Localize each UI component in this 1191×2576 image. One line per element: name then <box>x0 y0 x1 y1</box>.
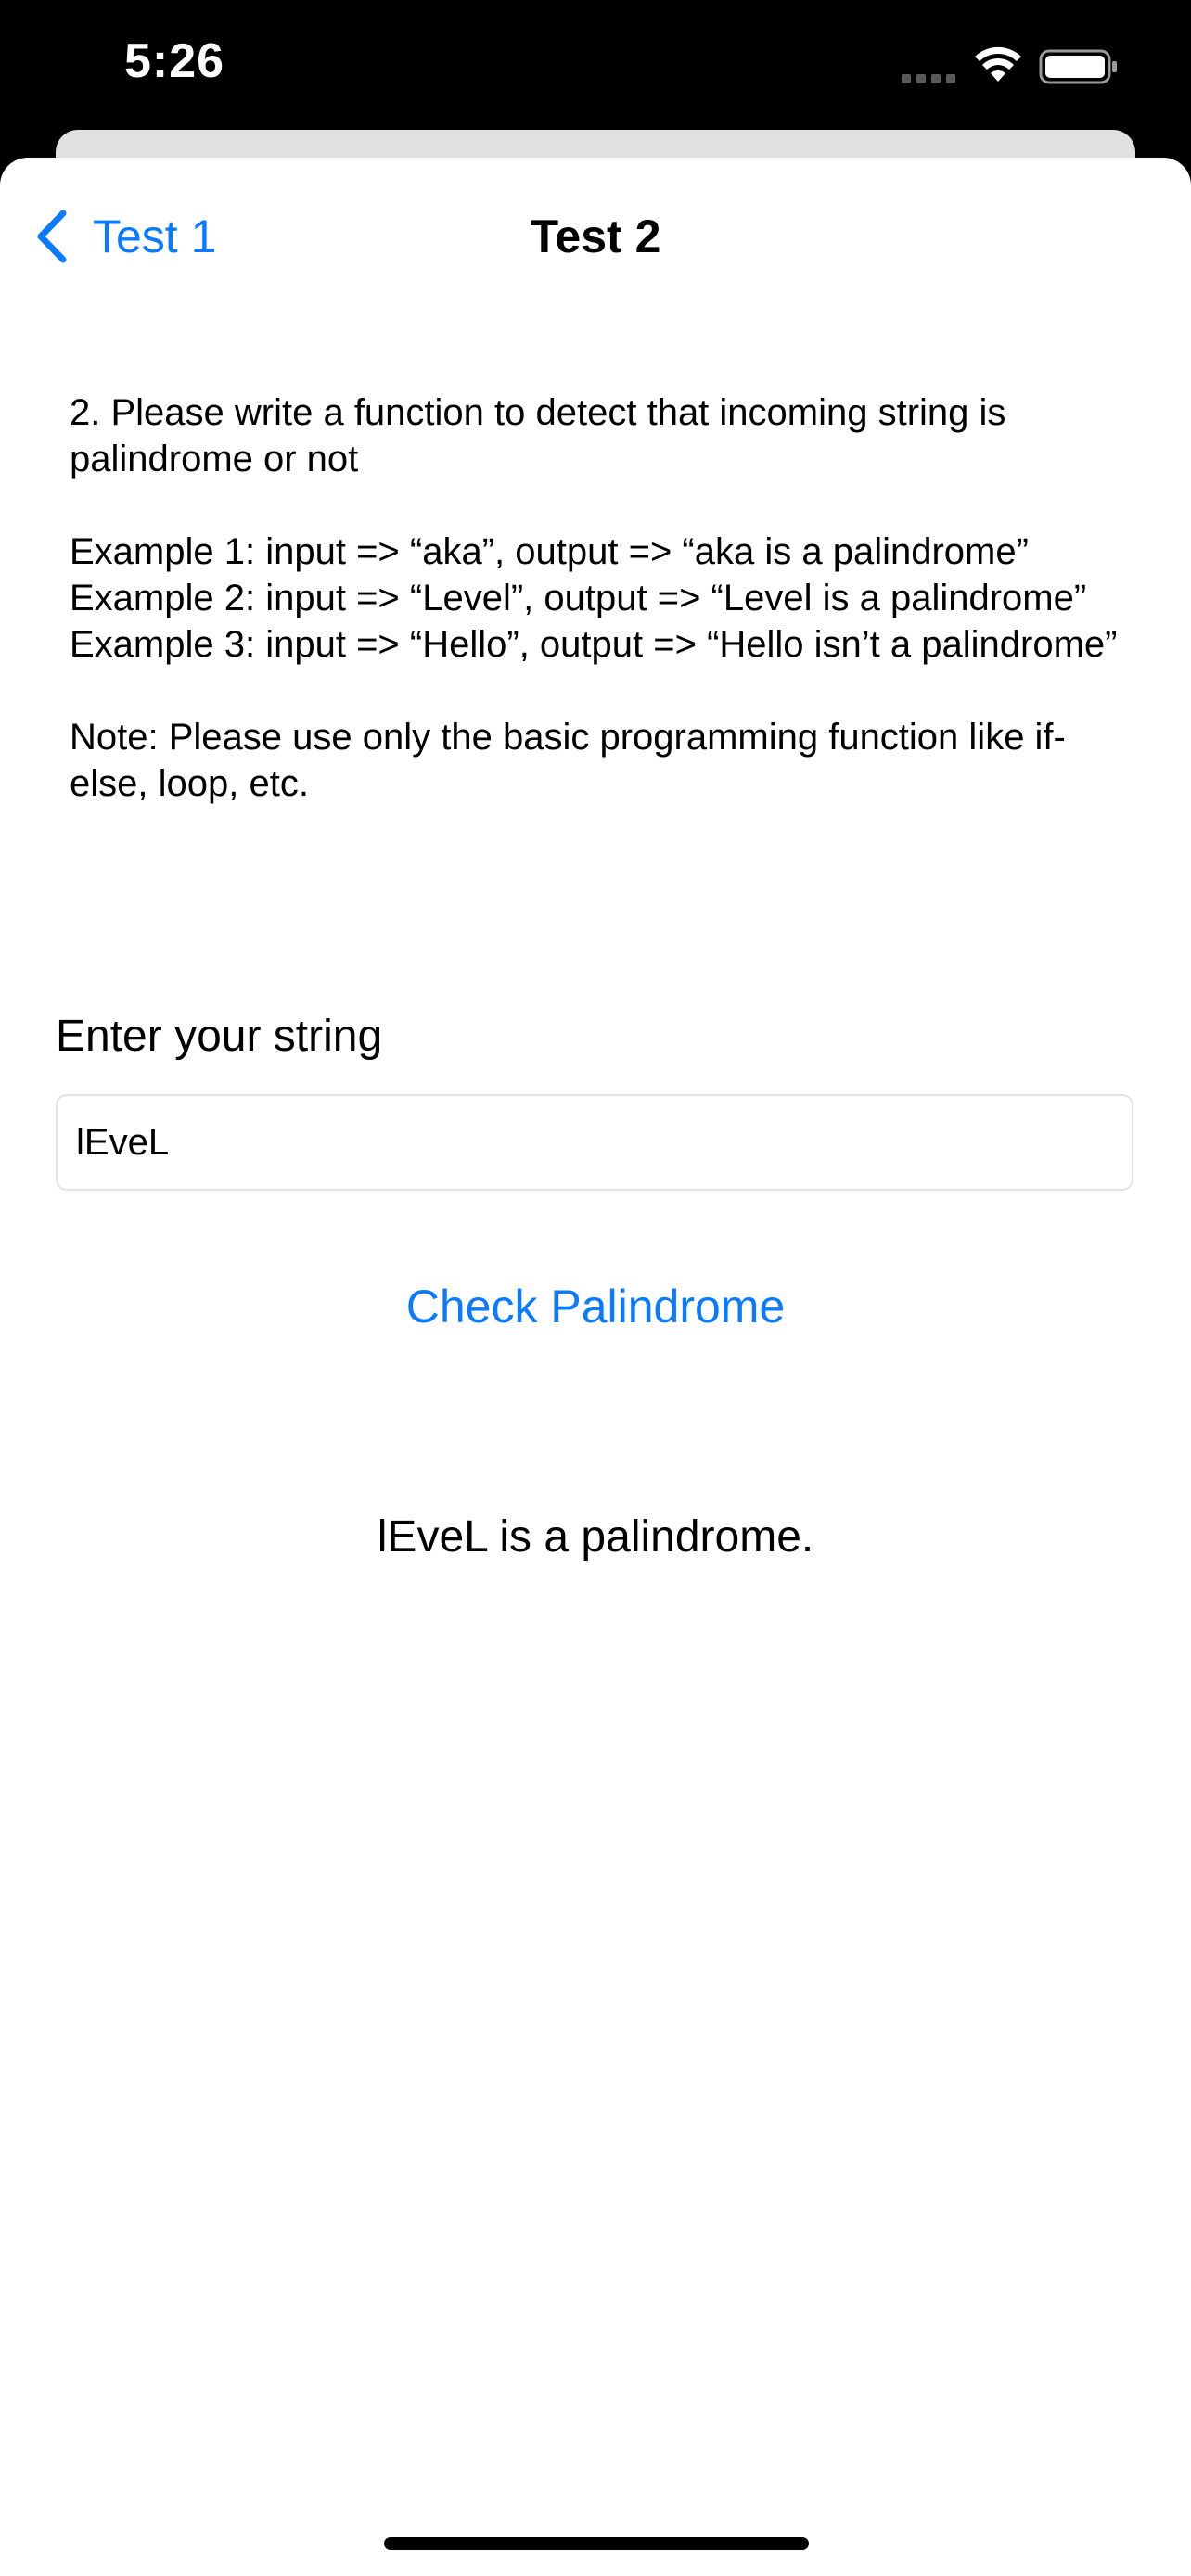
question-prompt: 2. Please write a function to detect tha… <box>70 392 1006 479</box>
question-text: 2. Please write a function to detect tha… <box>70 389 1136 807</box>
string-input[interactable] <box>56 1094 1133 1191</box>
example-3: Example 3: input => “Hello”, output => “… <box>70 624 1118 665</box>
status-bar: 5:26 <box>0 0 1191 139</box>
example-2: Example 2: input => “Level”, output => “… <box>70 578 1087 618</box>
page-title: Test 2 <box>530 210 661 262</box>
question-note: Note: Please use only the basic programm… <box>70 717 1066 804</box>
battery-icon <box>1039 49 1117 84</box>
result-text: lEveL is a palindrome. <box>377 1512 814 1562</box>
example-1: Example 1: input => “aka”, output => “ak… <box>70 531 1029 572</box>
status-time: 5:26 <box>124 34 225 88</box>
wifi-icon <box>975 46 1021 82</box>
home-indicator <box>384 2537 809 2550</box>
input-label: Enter your string <box>56 1012 383 1061</box>
check-palindrome-button[interactable]: Check Palindrome <box>0 1280 1191 1333</box>
signal-icon <box>902 74 957 83</box>
